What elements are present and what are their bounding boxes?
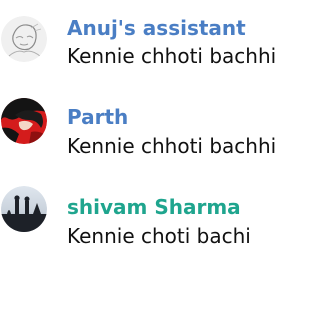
avatar[interactable] (1, 186, 47, 232)
message-item[interactable]: shivam Sharma Kennie choti bachi (0, 185, 320, 248)
sender-name[interactable]: Anuj's assistant (67, 16, 246, 40)
silhouette-photo-avatar-icon (1, 186, 47, 232)
sketch-avatar-icon (1, 16, 47, 62)
red-black-anime-avatar-icon (1, 98, 47, 144)
avatar[interactable] (1, 16, 47, 62)
avatar[interactable] (1, 98, 47, 144)
message-text: Kennie chhoti bachhi (67, 44, 277, 68)
message-text: Kennie choti bachi (67, 224, 251, 248)
sender-name[interactable]: shivam Sharma (67, 195, 241, 219)
message-item[interactable]: Parth Kennie chhoti bachhi (0, 95, 320, 158)
message-text: Kennie chhoti bachhi (67, 134, 277, 158)
message-item[interactable]: Anuj's assistant Kennie chhoti bachhi (0, 10, 320, 70)
sender-name[interactable]: Parth (67, 105, 128, 129)
